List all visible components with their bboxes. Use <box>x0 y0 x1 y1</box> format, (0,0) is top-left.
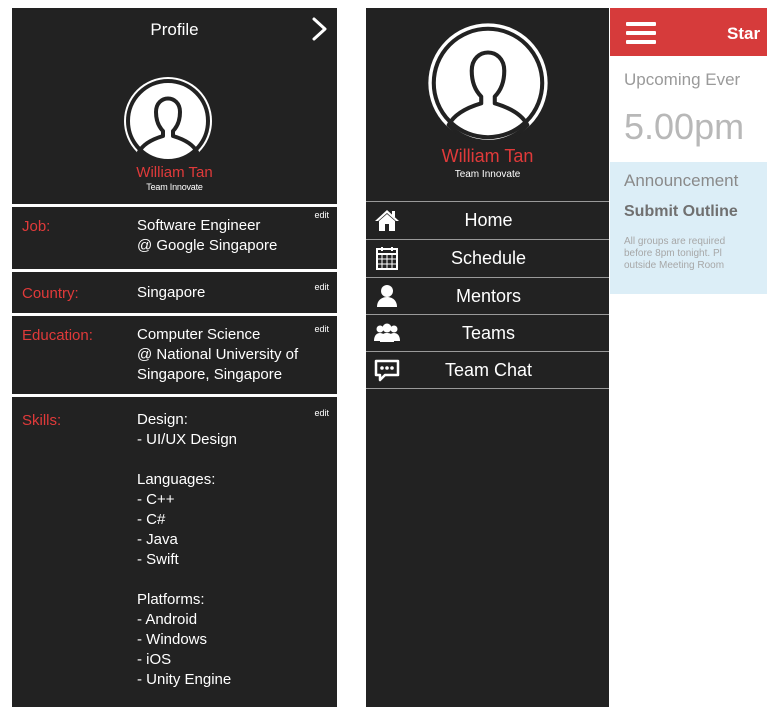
education-label: Education: <box>22 327 93 344</box>
education-value: Computer Science @ National University o… <box>137 326 299 383</box>
menu-item-label: Mentors <box>455 286 522 306</box>
divider <box>12 204 337 207</box>
skills-value: Design: - UI/UX Design Languages: - C++ … <box>137 411 238 688</box>
calendar-icon <box>376 247 398 270</box>
avatar <box>428 23 548 144</box>
menu-item-label: Teams <box>461 323 515 343</box>
profile-name: William Tan <box>136 164 213 181</box>
announcement-label: Announcement <box>624 171 739 190</box>
hamburger-menu-icon[interactable] <box>626 22 656 44</box>
edit-skills-button[interactable]: edit <box>314 408 329 418</box>
menu-item-schedule[interactable]: Schedule <box>366 240 609 277</box>
event-time: 5.00pm <box>624 106 745 147</box>
chat-icon <box>374 359 400 382</box>
menu-item-label: Home <box>464 210 513 230</box>
skills-label: Skills: <box>22 412 62 429</box>
home-icon <box>375 210 399 231</box>
menu-item-mentors[interactable]: Mentors <box>366 278 609 315</box>
menu-user-name: William Tan <box>441 146 534 166</box>
upcoming-event-label: Upcoming Ever <box>624 70 741 89</box>
menu-item-team-chat[interactable]: Team Chat <box>366 352 609 389</box>
menu-user-team: Team Innovate <box>454 169 521 180</box>
divider <box>366 388 609 389</box>
edit-job-button[interactable]: edit <box>314 210 329 220</box>
menu-item-label: Schedule <box>450 248 527 268</box>
job-value: Software Engineer @ Google Singapore <box>137 217 278 254</box>
avatar <box>124 77 212 166</box>
profile-team: Team Innovate <box>146 182 203 192</box>
announcement-body: All groups are required before 8pm tonig… <box>624 236 726 271</box>
profile-panel: Profile William Tan Team Innovate Job: S… <box>12 8 337 707</box>
group-icon <box>374 323 400 342</box>
side-menu: William Tan Team Innovate Home Schedule <box>366 8 609 707</box>
divider <box>12 313 337 316</box>
header-bar: Star <box>610 8 767 56</box>
edit-education-button[interactable]: edit <box>314 324 329 334</box>
chevron-right-icon[interactable] <box>311 16 329 42</box>
country-label: Country: <box>22 285 79 302</box>
divider <box>12 394 337 397</box>
announcement-title: Submit Outline <box>624 203 738 220</box>
country-value: Singapore <box>137 284 206 301</box>
page-title: Profile <box>150 20 199 39</box>
menu-item-label: Team Chat <box>444 360 533 380</box>
main-content: Star Upcoming Ever 5.00pm Announcement S… <box>610 8 767 707</box>
job-label: Job: <box>22 218 51 235</box>
divider <box>12 269 337 272</box>
header-title: Star <box>727 24 761 43</box>
menu-item-teams[interactable]: Teams <box>366 315 609 352</box>
person-icon <box>377 285 397 307</box>
edit-country-button[interactable]: edit <box>314 282 329 292</box>
menu-item-home[interactable]: Home <box>366 202 609 239</box>
